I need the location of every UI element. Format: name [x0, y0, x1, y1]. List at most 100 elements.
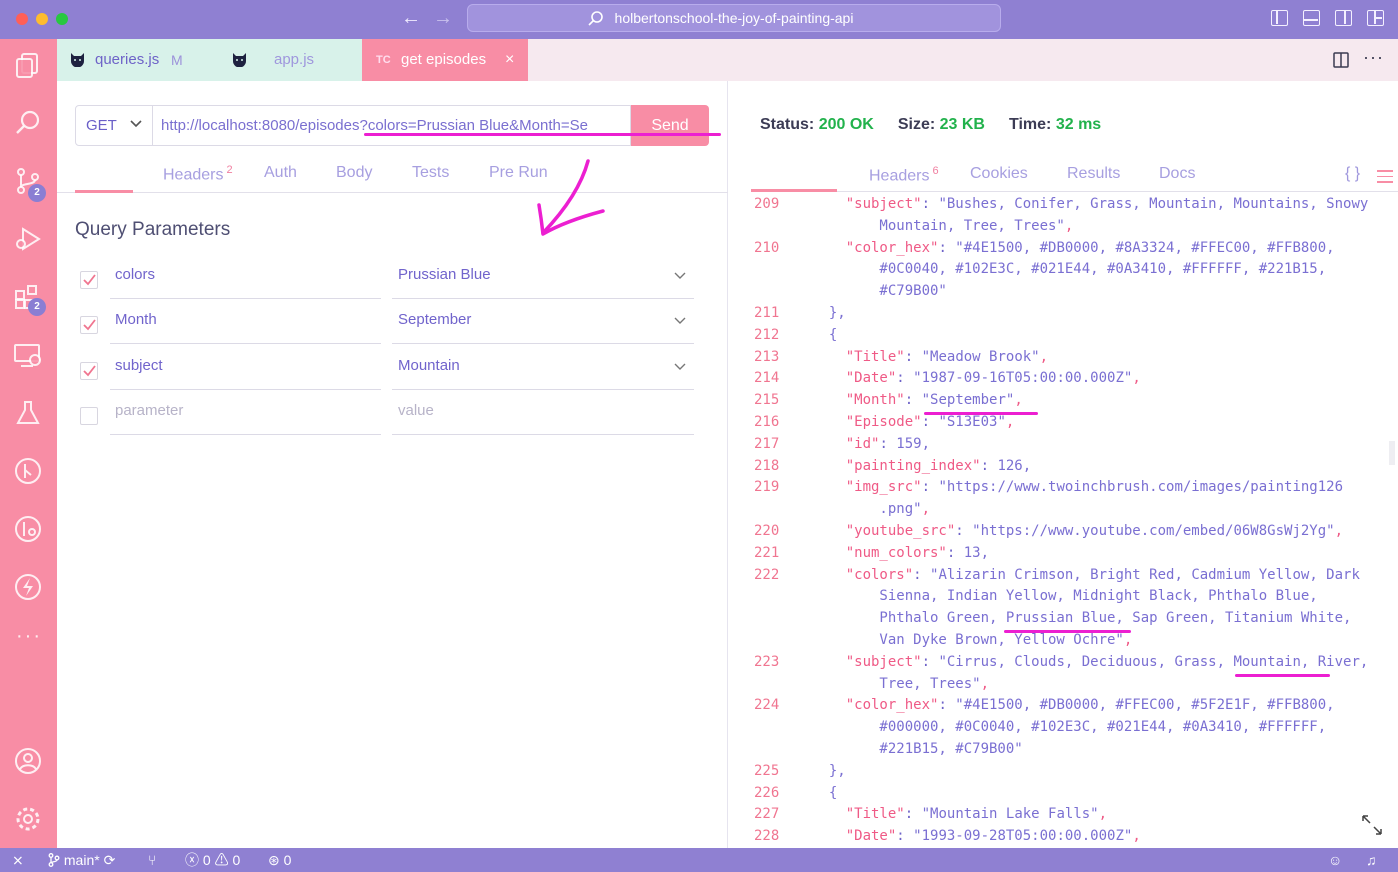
- check-icon: [83, 274, 96, 286]
- url-input[interactable]: http://localhost:8080/episodes?colors=Pr…: [153, 105, 631, 146]
- error-icon: ⓧ: [185, 852, 199, 868]
- code-line: "youtube_src": "https://www.youtube.com/…: [845, 523, 1344, 539]
- code-line: "subject": "Cirrus, Clouds, Deciduous, G…: [845, 653, 1369, 670]
- line-number: 228: [754, 828, 780, 845]
- git-graph-status-icon[interactable]: ⑂: [148, 848, 156, 872]
- annotation-underline-url: [364, 133, 721, 136]
- search-icon: [588, 11, 603, 26]
- tab-tests[interactable]: Tests: [412, 164, 449, 182]
- param-key-input[interactable]: colors: [110, 261, 381, 299]
- param-key-input[interactable]: parameter: [110, 397, 381, 435]
- expand-icon[interactable]: [1361, 814, 1383, 836]
- maximize-window-button[interactable]: [56, 13, 68, 25]
- ports-indicator[interactable]: ⊛ 0: [268, 848, 291, 872]
- problems-indicator[interactable]: ⓧ 0 ⚠ 0: [185, 848, 240, 872]
- back-arrow-icon[interactable]: ←: [401, 8, 421, 28]
- response-panel: Status: 200 OK Size: 23 KB Time: 32 ms Hea…: [729, 81, 1398, 848]
- forward-arrow-icon[interactable]: →: [433, 8, 453, 28]
- tab-cookies[interactable]: Cookies: [970, 165, 1028, 183]
- testing-flask-icon[interactable]: [12, 397, 44, 429]
- query-param-row: Month September: [57, 306, 728, 344]
- tab-response-headers[interactable]: Headers 6: [869, 165, 939, 185]
- copilot-icon[interactable]: ☺: [1328, 848, 1342, 872]
- param-key-input[interactable]: subject: [110, 352, 381, 390]
- param-checkbox[interactable]: [80, 316, 98, 334]
- chevron-down-icon[interactable]: [674, 272, 686, 280]
- run-debug-icon[interactable]: [12, 223, 44, 255]
- param-value-input[interactable]: Mountain: [392, 352, 694, 390]
- line-number: 210: [754, 239, 780, 256]
- request-tabs: Headers 2 Auth Body Tests Pre Run: [57, 164, 728, 193]
- minimize-window-button[interactable]: [36, 13, 48, 25]
- git-graph-icon[interactable]: [12, 455, 44, 487]
- toggle-sidebar-icon[interactable]: [1271, 10, 1288, 26]
- line-number: 213: [754, 348, 780, 365]
- code-line: "Date": "1993-09-28T05:00:00.000Z",: [845, 828, 1141, 845]
- code-line: Mountain, Tree, Trees",: [812, 217, 1074, 234]
- tab-results[interactable]: Results: [1067, 165, 1120, 183]
- chevron-down-icon[interactable]: [674, 363, 686, 371]
- command-center-search[interactable]: holbertonschool-the-joy-of-painting-api: [467, 4, 1001, 32]
- tab-app-js[interactable]: app.js: [218, 39, 362, 81]
- remote-explorer-icon[interactable]: [12, 339, 44, 371]
- check-icon: [83, 319, 96, 331]
- code-line: "painting_index": 126,: [845, 457, 1032, 474]
- param-value-input[interactable]: September: [392, 306, 694, 344]
- annotation-underline: [1004, 630, 1131, 634]
- param-checkbox[interactable]: [80, 362, 98, 380]
- explorer-icon[interactable]: [12, 49, 44, 81]
- code-line: Sienna, Indian Yellow, Midnight Black, P…: [812, 588, 1318, 605]
- param-key-input[interactable]: Month: [110, 306, 381, 344]
- line-number: 216: [754, 414, 780, 430]
- code-line: "Date": "1987-09-16T05:00:00.000Z",: [845, 370, 1141, 387]
- close-window-button[interactable]: [16, 13, 28, 25]
- thunder-client-icon[interactable]: [12, 571, 44, 603]
- chevron-down-icon[interactable]: [674, 317, 686, 325]
- toggle-secondary-sidebar-icon[interactable]: [1335, 10, 1352, 26]
- account-icon[interactable]: [12, 745, 44, 777]
- param-checkbox[interactable]: [80, 271, 98, 289]
- search-icon[interactable]: [12, 107, 44, 139]
- split-editor-icon[interactable]: [1333, 52, 1349, 68]
- response-size: 23 KB: [939, 116, 985, 133]
- tab-auth[interactable]: Auth: [264, 164, 297, 182]
- more-views-icon[interactable]: ···: [16, 625, 42, 648]
- thunder-client-tab-icon: TC: [376, 54, 391, 66]
- line-number: 221: [754, 544, 780, 561]
- code-line: "Month": "September",: [845, 392, 1023, 409]
- git-lens-icon[interactable]: [12, 513, 44, 545]
- response-menu-icon[interactable]: [1377, 170, 1393, 187]
- param-value-input[interactable]: value: [392, 397, 694, 435]
- more-actions-icon[interactable]: ···: [1363, 47, 1384, 68]
- git-branch-icon: [48, 853, 60, 867]
- close-tab-icon[interactable]: ×: [505, 39, 514, 81]
- param-value-input[interactable]: Prussian Blue: [392, 261, 694, 299]
- line-number: 222: [754, 566, 780, 583]
- remote-icon[interactable]: ⨯: [12, 848, 24, 872]
- branch-indicator[interactable]: main* ⟳: [48, 848, 115, 872]
- format-json-icon[interactable]: { }: [1345, 165, 1360, 183]
- scrollbar-thumb[interactable]: [1389, 441, 1395, 465]
- response-json-viewer[interactable]: 209 "subject": "Bushes, Conifer, Grass, …: [729, 196, 1398, 848]
- code-line: "num_colors": 13,: [845, 544, 990, 561]
- settings-gear-icon[interactable]: [12, 803, 44, 835]
- send-button[interactable]: Send: [631, 105, 709, 146]
- sync-icon: ⟳: [103, 852, 116, 868]
- line-number: 212: [754, 326, 780, 343]
- tab-docs[interactable]: Docs: [1159, 165, 1195, 183]
- line-number: 227: [754, 806, 780, 823]
- code-line: "id": 159,: [845, 435, 931, 452]
- tab-queries-js[interactable]: queries.js M: [57, 39, 218, 81]
- toggle-panel-icon[interactable]: [1303, 10, 1320, 26]
- method-select[interactable]: GET: [75, 105, 153, 146]
- tab-body[interactable]: Body: [336, 164, 372, 182]
- tab-headers[interactable]: Headers 2: [163, 164, 233, 184]
- param-checkbox[interactable]: [80, 407, 98, 425]
- response-time: 32 ms: [1055, 116, 1102, 133]
- tab-get-episodes[interactable]: TC get episodes ×: [362, 39, 528, 81]
- notifications-bell-icon[interactable]: ♫: [1366, 848, 1377, 872]
- line-number: 219: [754, 479, 780, 496]
- annotation-arrow: [537, 159, 605, 236]
- customize-layout-icon[interactable]: [1367, 10, 1384, 26]
- code-line: {: [812, 326, 838, 343]
